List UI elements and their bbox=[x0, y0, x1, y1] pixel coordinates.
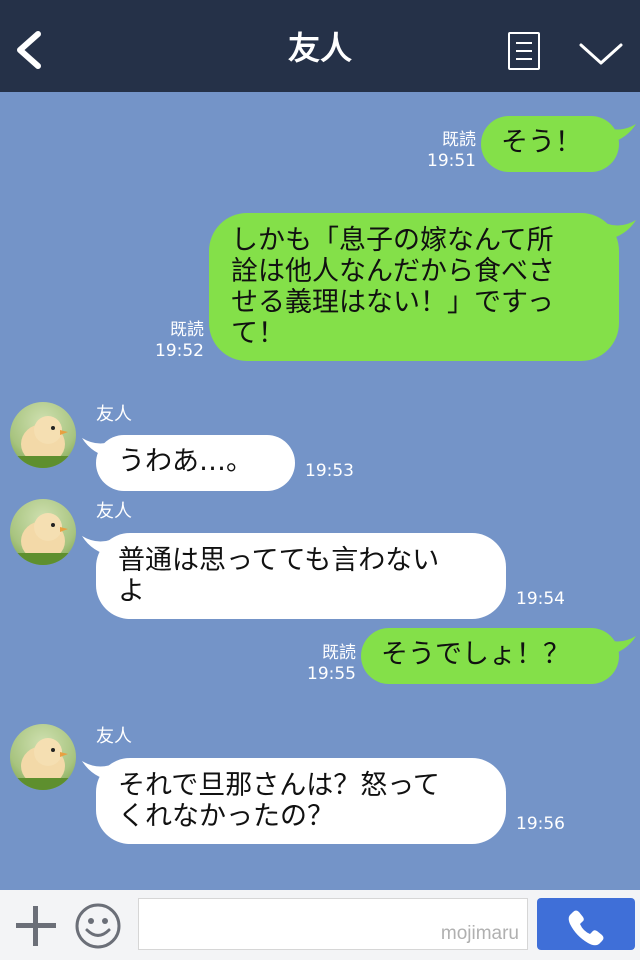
input-bar: mojimaru bbox=[0, 890, 640, 960]
read-receipt: 既読 19:55 bbox=[307, 643, 356, 684]
message-bubble-sent: そうでしょ！？ bbox=[361, 628, 619, 684]
watermark-text: mojimaru bbox=[440, 923, 519, 944]
message-bubble-sent: そう！ bbox=[481, 116, 619, 172]
read-receipt: 既読 19:52 bbox=[155, 320, 204, 361]
avatar[interactable] bbox=[10, 724, 76, 790]
message-time: 19:56 bbox=[516, 814, 565, 834]
avatar[interactable] bbox=[10, 402, 76, 468]
message-bubble-sent: しかも「息子の嫁なんて所 詮は他人なんだから食べさ せる義理はない！」ですっ て… bbox=[209, 213, 619, 361]
message-time: 19:53 bbox=[305, 461, 354, 481]
message-bubble-received: 普通は思ってても言わない よ bbox=[96, 533, 506, 619]
chick-image bbox=[10, 416, 76, 468]
phone-icon bbox=[568, 910, 604, 946]
emoji-icon[interactable] bbox=[74, 902, 122, 950]
call-button[interactable] bbox=[537, 898, 635, 950]
chick-image bbox=[10, 513, 76, 565]
sender-name: 友人 bbox=[96, 404, 132, 425]
chick-image bbox=[10, 738, 76, 790]
message-bubble-received: うわあ…。 bbox=[96, 435, 295, 491]
chat-header: 友人 bbox=[0, 0, 640, 92]
sender-name: 友人 bbox=[96, 726, 132, 747]
message-input[interactable]: mojimaru bbox=[138, 898, 528, 950]
avatar[interactable] bbox=[10, 499, 76, 565]
read-receipt: 既読 19:51 bbox=[427, 130, 476, 171]
plus-icon[interactable] bbox=[14, 904, 58, 948]
message-time: 19:54 bbox=[516, 589, 565, 609]
chevron-down-icon[interactable] bbox=[578, 40, 624, 68]
note-menu-button[interactable] bbox=[508, 32, 540, 70]
sender-name: 友人 bbox=[96, 501, 132, 522]
chat-title: 友人 bbox=[287, 29, 352, 67]
message-bubble-received: それで旦那さんは？怒って くれなかったの？ bbox=[96, 758, 506, 844]
